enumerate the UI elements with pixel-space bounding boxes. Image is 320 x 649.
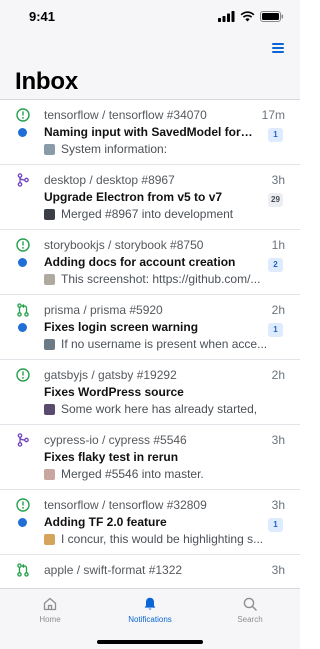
- notification-title: Fixes WordPress source: [44, 385, 184, 399]
- status-icons: [218, 11, 284, 22]
- notification-row[interactable]: gatsbyjs / gatsby #19292 2h Fixes WordPres…: [0, 360, 300, 425]
- wifi-icon: [240, 11, 255, 22]
- tab-label: Search: [237, 615, 263, 624]
- repo-label: desktop / desktop #8967: [44, 173, 175, 187]
- comment-count-badge: 1: [268, 518, 283, 532]
- search-icon: [242, 596, 258, 612]
- notification-title: Naming input with SavedModel format: [44, 125, 258, 139]
- comment-snippet: I concur, this would be highlighting s..…: [61, 532, 264, 546]
- status-bar: 9:41: [0, 0, 300, 34]
- comment-snippet: This screenshot: https://github.com/...: [61, 272, 261, 286]
- home-icon: [42, 596, 58, 612]
- notification-title: Fixes flaky test in rerun: [44, 450, 179, 464]
- battery-icon: [260, 11, 284, 22]
- notification-row[interactable]: tensorflow / tensorflow #32809 3h Adding T…: [0, 490, 300, 555]
- repo-label: prisma / prisma #5920: [44, 303, 163, 317]
- tab-label: Notifications: [128, 615, 172, 624]
- comment-snippet: System information:: [61, 142, 168, 156]
- unread-dot: [18, 258, 27, 267]
- notification-title: Upgrade Electron from v5 to v7: [44, 190, 223, 204]
- notification-row[interactable]: prisma / prisma #5920 2h Fixes login scree…: [0, 295, 300, 360]
- avatar: [44, 209, 55, 220]
- repo-label: tensorflow / tensorflow #32809: [44, 498, 207, 512]
- repo-label: cypress-io / cypress #5546: [44, 433, 187, 447]
- git-merge-icon: [16, 173, 30, 187]
- comment-snippet: Some work here has already started,: [61, 402, 258, 416]
- comment-snippet: Merged #8967 into development: [61, 207, 234, 221]
- unread-dot: [18, 323, 27, 332]
- timestamp: 3h: [271, 173, 285, 187]
- comment-count-badge: 29: [268, 193, 283, 207]
- tab-label: Home: [39, 615, 61, 624]
- notification-title: Adding docs for account creation: [44, 255, 236, 269]
- notification-row[interactable]: storybookjs / storybook #8750 1h Adding do…: [0, 230, 300, 295]
- issue-open-icon: [16, 368, 30, 382]
- timestamp: 17m: [261, 108, 285, 122]
- notification-row[interactable]: desktop / desktop #8967 3h Upgrade Electro…: [0, 165, 300, 230]
- signal-icon: [218, 11, 235, 22]
- pull-request-icon: [16, 303, 30, 317]
- repo-label: tensorflow / tensorflow #34070: [44, 108, 207, 122]
- repo-label: apple / swift-format #1322: [44, 563, 183, 577]
- avatar: [44, 469, 55, 480]
- git-merge-icon: [16, 433, 30, 447]
- notification-title: Fixes login screen warning: [44, 320, 199, 334]
- comment-count-badge: 2: [268, 258, 283, 272]
- comment-snippet: Merged #5546 into master.: [61, 467, 204, 481]
- pull-request-icon: [16, 563, 30, 577]
- repo-label: storybookjs / storybook #8750: [44, 238, 204, 252]
- avatar: [44, 534, 55, 545]
- unread-dot: [18, 518, 27, 527]
- unread-dot: [18, 128, 27, 137]
- notification-row[interactable]: tensorflow / tensorflow #34070 17m Naming …: [0, 100, 300, 165]
- notification-row[interactable]: cypress-io / cypress #5546 3h Fixes flaky …: [0, 425, 300, 490]
- notification-list[interactable]: tensorflow / tensorflow #34070 17m Naming …: [0, 100, 300, 588]
- status-time: 9:41: [29, 9, 56, 24]
- issue-open-icon: [16, 498, 30, 512]
- notification-row[interactable]: apple / swift-format #1322 3h: [0, 555, 300, 588]
- page-title: Inbox: [15, 68, 78, 95]
- notification-title: Adding TF 2.0 feature: [44, 515, 167, 529]
- timestamp: 2h: [271, 303, 285, 317]
- tab-search[interactable]: Search: [200, 589, 300, 649]
- issue-open-icon: [16, 238, 30, 252]
- menu-button[interactable]: [272, 42, 286, 54]
- timestamp: 1h: [271, 238, 285, 252]
- home-indicator: [97, 640, 203, 644]
- avatar: [44, 144, 55, 155]
- tab-home[interactable]: Home: [0, 589, 100, 649]
- comment-snippet: If no username is present when acce...: [61, 337, 268, 351]
- avatar: [44, 274, 55, 285]
- issue-open-icon: [16, 108, 30, 122]
- timestamp: 2h: [271, 368, 285, 382]
- repo-label: gatsbyjs / gatsby #19292: [44, 368, 177, 382]
- timestamp: 3h: [271, 563, 285, 577]
- avatar: [44, 404, 55, 415]
- navigation-bar: Inbox: [0, 34, 300, 100]
- comment-count-badge: 1: [268, 323, 283, 337]
- comment-count-badge: 1: [268, 128, 283, 142]
- bell-icon: [142, 596, 158, 612]
- timestamp: 3h: [271, 433, 285, 447]
- avatar: [44, 339, 55, 350]
- timestamp: 3h: [271, 498, 285, 512]
